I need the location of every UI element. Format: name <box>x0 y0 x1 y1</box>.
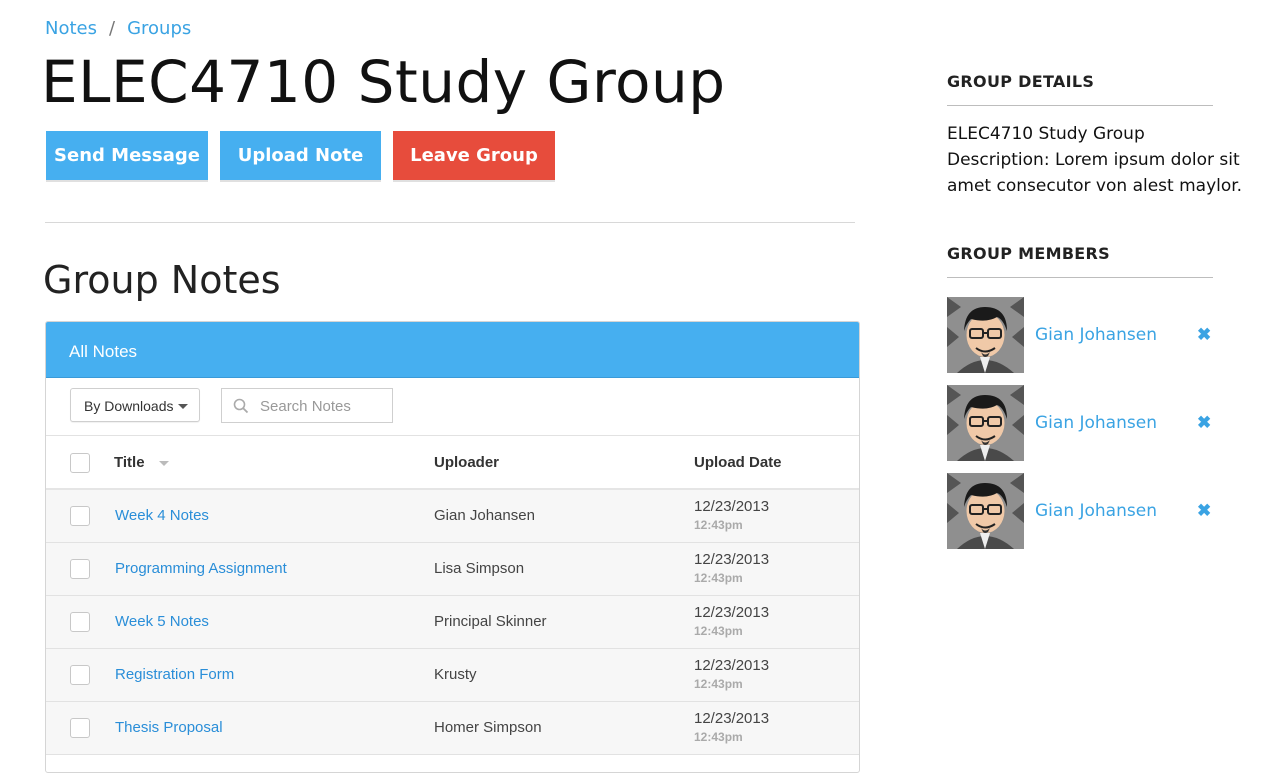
member-name-link[interactable]: Gian Johansen <box>1035 325 1157 345</box>
table-header: Title Uploader Upload Date <box>46 436 859 490</box>
group-description: Description: Lorem ipsum dolor sit amet … <box>947 150 1243 196</box>
note-title-link[interactable]: Week 5 Notes <box>115 613 209 630</box>
uploader-name: Krusty <box>434 666 477 683</box>
member-name-link[interactable]: Gian Johansen <box>1035 501 1157 521</box>
divider <box>947 277 1213 278</box>
avatar <box>947 297 1024 373</box>
note-title-link[interactable]: Week 4 Notes <box>115 507 209 524</box>
avatar <box>947 385 1024 461</box>
section-title-group-notes: Group Notes <box>43 258 281 302</box>
upload-time: 12:43pm <box>694 677 743 691</box>
group-members-heading: GROUP MEMBERS <box>947 244 1110 263</box>
upload-time: 12:43pm <box>694 518 743 532</box>
upload-date: 12/23/2013 <box>694 551 770 568</box>
row-checkbox[interactable] <box>70 559 90 579</box>
divider <box>947 105 1213 106</box>
caret-down-icon <box>178 404 188 409</box>
row-checkbox[interactable] <box>70 506 90 526</box>
page-title: ELEC4710 Study Group <box>41 48 726 116</box>
upload-time: 12:43pm <box>694 624 743 638</box>
table-row: Week 5 Notes Principal Skinner 12/23/201… <box>46 596 859 649</box>
sort-dropdown-label: By Downloads <box>84 398 174 414</box>
table-row: Programming Assignment Lisa Simpson 12/2… <box>46 543 859 596</box>
notes-panel: All Notes By Downloads Title Uploader Up… <box>45 321 860 773</box>
uploader-name: Homer Simpson <box>434 719 542 736</box>
table-row: Week 4 Notes Gian Johansen 12/23/2013 12… <box>46 490 859 543</box>
sort-arrow-icon[interactable] <box>158 460 169 466</box>
group-details: ELEC4710 Study Group Description: Lorem … <box>947 121 1247 199</box>
uploader-name: Principal Skinner <box>434 613 547 630</box>
divider <box>45 222 855 223</box>
member-item: Gian Johansen ✖ <box>947 473 1217 549</box>
member-name-link[interactable]: Gian Johansen <box>1035 413 1157 433</box>
upload-date: 12/23/2013 <box>694 604 770 621</box>
breadcrumb-groups[interactable]: Groups <box>127 18 191 39</box>
row-checkbox[interactable] <box>70 612 90 632</box>
note-title-link[interactable]: Thesis Proposal <box>115 719 223 736</box>
note-title-link[interactable]: Registration Form <box>115 666 234 683</box>
table-row: Thesis Proposal Homer Simpson 12/23/2013… <box>46 702 859 755</box>
panel-header: All Notes <box>46 322 859 378</box>
row-checkbox[interactable] <box>70 718 90 738</box>
send-message-button[interactable]: Send Message <box>46 131 208 180</box>
search-icon <box>233 398 249 414</box>
upload-time: 12:43pm <box>694 571 743 585</box>
column-title[interactable]: Title <box>114 454 169 471</box>
search-box[interactable] <box>221 388 393 424</box>
close-icon[interactable]: ✖ <box>1197 413 1211 433</box>
breadcrumb-notes[interactable]: Notes <box>45 18 97 39</box>
notes-toolbar: By Downloads <box>46 378 859 436</box>
note-title-link[interactable]: Programming Assignment <box>115 560 287 577</box>
search-input[interactable] <box>258 389 392 424</box>
member-item: Gian Johansen ✖ <box>947 297 1217 373</box>
breadcrumb: Notes / Groups <box>45 18 191 39</box>
close-icon[interactable]: ✖ <box>1197 325 1211 345</box>
upload-time: 12:43pm <box>694 730 743 744</box>
breadcrumb-separator: / <box>109 18 116 39</box>
row-checkbox[interactable] <box>70 665 90 685</box>
select-all-checkbox[interactable] <box>70 453 90 473</box>
column-uploader: Uploader <box>434 454 500 471</box>
uploader-name: Lisa Simpson <box>434 560 525 577</box>
group-name: ELEC4710 Study Group <box>947 124 1145 144</box>
table-row: Registration Form Krusty 12/23/2013 12:4… <box>46 649 859 702</box>
upload-note-button[interactable]: Upload Note <box>220 131 381 180</box>
sort-dropdown[interactable]: By Downloads <box>70 388 200 422</box>
close-icon[interactable]: ✖ <box>1197 501 1211 521</box>
member-item: Gian Johansen ✖ <box>947 385 1217 461</box>
leave-group-button[interactable]: Leave Group <box>393 131 555 180</box>
upload-date: 12/23/2013 <box>694 710 770 727</box>
avatar <box>947 473 1024 549</box>
column-upload-date: Upload Date <box>694 454 782 471</box>
group-details-heading: GROUP DETAILS <box>947 72 1095 91</box>
upload-date: 12/23/2013 <box>694 498 770 515</box>
column-title-label: Title <box>114 454 145 471</box>
uploader-name: Gian Johansen <box>434 507 535 524</box>
upload-date: 12/23/2013 <box>694 657 770 674</box>
